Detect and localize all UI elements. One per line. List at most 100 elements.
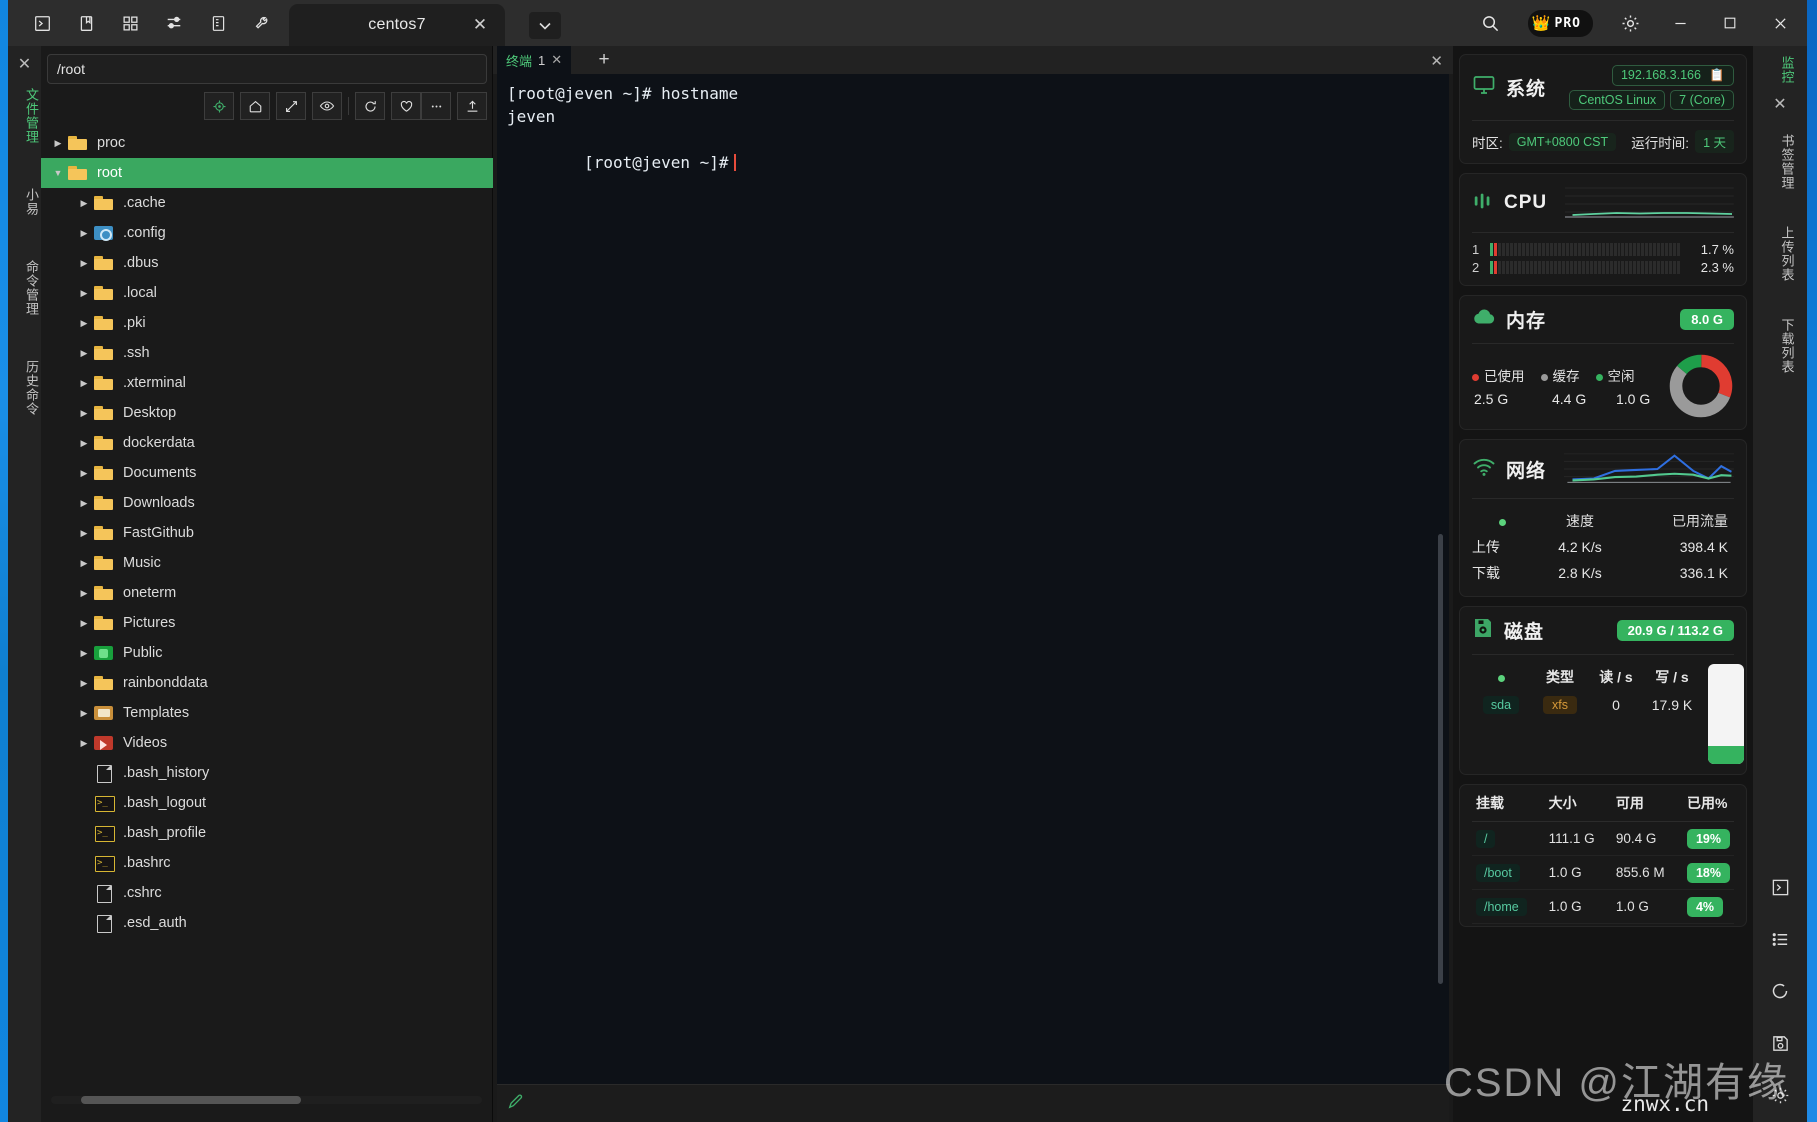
minimize-button[interactable]	[1667, 10, 1693, 36]
file-tree-item[interactable]: ▶ .local	[41, 278, 493, 308]
file-tree-item[interactable]: ▶ FastGithub	[41, 518, 493, 548]
file-tree-item[interactable]: ▶ Music	[41, 548, 493, 578]
pro-badge[interactable]: 👑 PRO	[1527, 9, 1593, 37]
file-tree-item[interactable]: ▶ .cache	[41, 188, 493, 218]
favorite-button[interactable]	[391, 92, 421, 120]
list-icon[interactable]	[1767, 926, 1793, 952]
terminal-scrollbar[interactable]	[1438, 534, 1443, 984]
collapse-button[interactable]	[276, 92, 306, 120]
chevron-down-icon[interactable]: ▼	[49, 168, 67, 178]
new-terminal-tab-button[interactable]: +	[593, 49, 615, 71]
chevron-right-icon[interactable]: ▶	[75, 678, 93, 689]
file-tree-item[interactable]: .cshrc	[41, 878, 493, 908]
show-hidden-button[interactable]	[312, 92, 342, 120]
file-tree-item[interactable]: .bash_history	[41, 758, 493, 788]
upload-button[interactable]	[457, 92, 487, 120]
path-input[interactable]	[47, 54, 487, 84]
chevron-right-icon[interactable]: ▶	[75, 588, 93, 599]
file-tree-item[interactable]: ▶ Documents	[41, 458, 493, 488]
file-tree-item[interactable]: ▶ Videos	[41, 728, 493, 758]
refresh-button[interactable]	[355, 92, 385, 120]
file-tree-item[interactable]: ▶ .xterminal	[41, 368, 493, 398]
chevron-right-icon[interactable]: ▶	[75, 228, 93, 239]
file-tree-item[interactable]: .bash_logout	[41, 788, 493, 818]
gear-icon[interactable]	[1617, 10, 1643, 36]
file-tree-item[interactable]: ▶ .pki	[41, 308, 493, 338]
file-tree-item[interactable]: ▶ dockerdata	[41, 428, 493, 458]
right-rail-close-icon[interactable]: ✕	[1773, 86, 1786, 118]
right-rail-item-upload-list[interactable]: 上传列表	[1764, 200, 1797, 292]
chevron-right-icon[interactable]: ▶	[75, 468, 93, 479]
chevron-right-icon[interactable]: ▶	[75, 438, 93, 449]
locate-button[interactable]	[204, 92, 234, 120]
grid-icon[interactable]	[118, 11, 142, 35]
mounts-table-row: /boot 1.0 G 855.6 M 18%	[1472, 855, 1734, 890]
maximize-button[interactable]	[1717, 10, 1743, 36]
terminal-icon[interactable]	[30, 11, 54, 35]
file-tree-item[interactable]: ▶ proc	[41, 128, 493, 158]
terminal-close-icon[interactable]: ✕	[1430, 52, 1443, 70]
file-tree-item[interactable]: ▶ Desktop	[41, 398, 493, 428]
sidebar-item-file-manager[interactable]: 文件管理	[8, 78, 41, 154]
session-tab-centos7[interactable]: centos7 ✕	[289, 4, 505, 46]
sidebar-item-command-manager[interactable]: 命令管理	[8, 226, 41, 326]
terminal-tab-1[interactable]: 终端 1 ✕	[497, 46, 572, 74]
tab-dropdown-button[interactable]	[529, 12, 561, 39]
home-button[interactable]	[240, 92, 270, 120]
file-tree-item[interactable]: ▶ rainbonddata	[41, 668, 493, 698]
chevron-right-icon[interactable]: ▶	[75, 558, 93, 569]
file-tree-item[interactable]: ▶ Templates	[41, 698, 493, 728]
file-tree-item[interactable]: ▶ .dbus	[41, 248, 493, 278]
chevron-right-icon[interactable]: ▶	[75, 528, 93, 539]
file-tree-item[interactable]: ▶ oneterm	[41, 578, 493, 608]
ip-chip[interactable]: 192.168.3.166 📋	[1611, 65, 1734, 86]
file-tree-item[interactable]: ▶ Public	[41, 638, 493, 668]
terminal-output[interactable]: [root@jeven ~]# hostname jeven [root@jev…	[497, 74, 1449, 1084]
chevron-right-icon[interactable]: ▶	[49, 138, 67, 149]
file-tree[interactable]: ▶ proc ▼ root ▶ .cache ▶ .config ▶ .dbus ▶ .local ▶.…	[41, 128, 493, 1090]
session-tab-close-icon[interactable]: ✕	[471, 16, 489, 34]
close-button[interactable]	[1767, 10, 1793, 36]
gear-icon[interactable]	[1767, 1082, 1793, 1108]
refresh-icon[interactable]	[1767, 978, 1793, 1004]
right-rail-item-download-list[interactable]: 下载列表	[1764, 292, 1797, 384]
pen-icon[interactable]	[507, 1092, 525, 1115]
copy-icon[interactable]: 📋	[1709, 68, 1725, 82]
chevron-right-icon[interactable]: ▶	[75, 648, 93, 659]
chevron-right-icon[interactable]: ▶	[75, 738, 93, 749]
right-rail-item-bookmarks[interactable]: 书签管理	[1764, 118, 1797, 200]
file-tree-item[interactable]: ▼ root	[41, 158, 493, 188]
terminal-tab-close-icon[interactable]: ✕	[551, 52, 562, 68]
right-rail-item-monitor[interactable]: 监控	[1764, 52, 1797, 86]
left-rail-close-icon[interactable]: ✕	[8, 46, 41, 78]
file-tree-item[interactable]: ▶ .ssh	[41, 338, 493, 368]
book-icon[interactable]	[74, 11, 98, 35]
file-tree-item[interactable]: ▶ Pictures	[41, 608, 493, 638]
chevron-right-icon[interactable]: ▶	[75, 618, 93, 629]
wrench-icon[interactable]	[250, 11, 274, 35]
sliders-icon[interactable]	[162, 11, 186, 35]
chevron-right-icon[interactable]: ▶	[75, 408, 93, 419]
file-tree-item[interactable]: ▶ .config	[41, 218, 493, 248]
server-icon[interactable]	[206, 11, 230, 35]
chevron-right-icon[interactable]: ▶	[75, 348, 93, 359]
sidebar-item-history-command[interactable]: 历史命令	[8, 326, 41, 426]
file-tree-item[interactable]: .esd_auth	[41, 908, 493, 938]
chevron-right-icon[interactable]: ▶	[75, 378, 93, 389]
chevron-right-icon[interactable]: ▶	[75, 318, 93, 329]
file-tree-hscroll-thumb[interactable]	[81, 1096, 301, 1104]
file-tree-item[interactable]: .bash_profile	[41, 818, 493, 848]
sidebar-item-assistant[interactable]: 小易	[8, 154, 41, 226]
chevron-right-icon[interactable]: ▶	[75, 258, 93, 269]
more-button[interactable]	[421, 92, 451, 120]
file-tree-item[interactable]: .bashrc	[41, 848, 493, 878]
save-icon[interactable]	[1767, 1030, 1793, 1056]
terminal-icon[interactable]	[1767, 874, 1793, 900]
search-icon[interactable]	[1478, 10, 1504, 36]
network-header-indicator	[1472, 508, 1532, 534]
chevron-right-icon[interactable]: ▶	[75, 498, 93, 509]
file-tree-item[interactable]: ▶ Downloads	[41, 488, 493, 518]
chevron-right-icon[interactable]: ▶	[75, 288, 93, 299]
chevron-right-icon[interactable]: ▶	[75, 708, 93, 719]
chevron-right-icon[interactable]: ▶	[75, 198, 93, 209]
